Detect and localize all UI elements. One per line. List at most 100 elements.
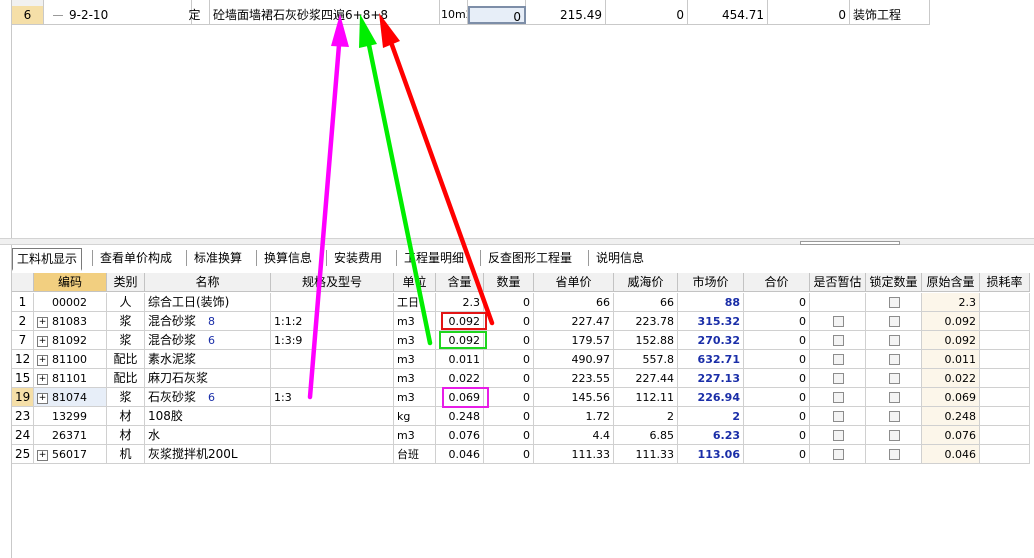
cell-loss-rate (980, 369, 1030, 388)
cell-spec: 1:1:2 (271, 312, 394, 331)
splitter-grip[interactable] (800, 241, 900, 245)
cell-orig: 0.092 (922, 312, 980, 331)
tab-conversion-info[interactable]: 换算信息 (260, 248, 316, 268)
tab-unit-price[interactable]: 查看单价构成 (96, 248, 176, 268)
col-header-loss-rate[interactable]: 损耗率 (980, 273, 1030, 292)
cell-name: 混合砂浆 8 (145, 312, 271, 331)
cell-wh: 557.8 (614, 350, 678, 369)
estimate-checkbox[interactable] (833, 316, 844, 327)
expand-icon[interactable]: + (37, 354, 48, 366)
col-header-weihai-price[interactable]: 威海价 (614, 273, 678, 292)
cell-prov: 111.33 (534, 445, 614, 464)
tab-install-fee[interactable]: 安装费用 (330, 248, 386, 268)
cell-spec: 1:3:9 (271, 331, 394, 350)
col-header-lock[interactable]: 锁定数量 (866, 273, 922, 292)
cell-prov: 1.72 (534, 407, 614, 426)
tab-reverse-graphic[interactable]: 反查图形工程量 (484, 248, 576, 268)
col-header-unit[interactable]: 单位 (394, 273, 436, 292)
cell-code: +56017 (34, 445, 107, 464)
expand-icon[interactable]: + (37, 335, 48, 347)
tab-standard-conversion[interactable]: 标准换算 (190, 248, 246, 268)
col-header-type[interactable]: 类别 (107, 273, 145, 292)
cell-orig: 0.022 (922, 369, 980, 388)
cell-orig: 0.046 (922, 445, 980, 464)
col-header-qty[interactable]: 数量 (484, 273, 534, 292)
col-header-market-price[interactable]: 市场价 (678, 273, 744, 292)
cell-content: 0.011 (436, 350, 484, 369)
cell-spec (271, 407, 394, 426)
cell-market: 315.32 (678, 312, 744, 331)
col-header-code[interactable]: 编码 (34, 273, 107, 292)
estimate-checkbox[interactable] (833, 449, 844, 460)
cell-name: 综合工日(装饰) (145, 293, 271, 312)
cell-unit: m3 (394, 369, 436, 388)
expand-icon[interactable]: + (37, 373, 48, 385)
cell-unit: 工日 (394, 293, 436, 312)
col-header-original[interactable]: 原始含量 (922, 273, 980, 292)
col-header-total[interactable]: 合价 (744, 273, 810, 292)
estimate-checkbox[interactable] (833, 373, 844, 384)
cell-type: 配比 (107, 350, 145, 369)
col-header-estimate[interactable]: 是否暂估 (810, 273, 866, 292)
cell-loss-rate (980, 388, 1030, 407)
cell-loss-rate (980, 293, 1030, 312)
lock-qty-checkbox[interactable] (889, 335, 900, 346)
cell-total: 0 (744, 445, 810, 464)
cell-name-note: 6 (208, 334, 216, 347)
estimate-cell (810, 407, 866, 426)
expand-icon[interactable]: + (37, 449, 48, 461)
cell-code: 26371 (34, 426, 107, 445)
cell-wh: 152.88 (614, 331, 678, 350)
cell-n: 24 (12, 426, 34, 445)
cell-loss-rate (980, 350, 1030, 369)
cell-orig: 2.3 (922, 293, 980, 312)
lock-qty-checkbox[interactable] (889, 449, 900, 460)
cell-loss-rate (980, 407, 1030, 426)
estimate-cell (810, 350, 866, 369)
lock-qty-checkbox[interactable] (889, 411, 900, 422)
cell-qty: 0 (484, 407, 534, 426)
expand-icon[interactable]: + (37, 392, 48, 404)
lock-cell (866, 407, 922, 426)
cell-qty: 0 (484, 350, 534, 369)
lock-cell (866, 426, 922, 445)
cell-loss-rate (980, 445, 1030, 464)
top-row-c2: 454.71 (688, 6, 768, 24)
top-table-row[interactable]: 6 9-2-10 定 砼墙面墙裙石灰砂浆四遍6+8+8 10m2 0 215.4… (12, 6, 930, 25)
col-header-spec[interactable]: 规格及型号 (271, 273, 394, 292)
estimate-checkbox[interactable] (833, 335, 844, 346)
lock-qty-checkbox[interactable] (889, 392, 900, 403)
col-header-rownum (12, 273, 34, 292)
col-header-content[interactable]: 含量 (436, 273, 484, 292)
estimate-checkbox[interactable] (833, 354, 844, 365)
cell-orig: 0.069 (922, 388, 980, 407)
expand-icon[interactable]: + (37, 316, 48, 328)
lock-qty-checkbox[interactable] (889, 430, 900, 441)
top-row-qty-input[interactable]: 0 (468, 6, 526, 24)
cell-prov: 66 (534, 293, 614, 312)
lock-qty-checkbox[interactable] (889, 354, 900, 365)
cell-orig: 0.092 (922, 331, 980, 350)
cell-type: 配比 (107, 369, 145, 388)
tab-quantity-detail[interactable]: 工程量明细 (400, 248, 468, 268)
lock-cell (866, 445, 922, 464)
tab-description[interactable]: 说明信息 (592, 248, 648, 268)
highlight-box-green (439, 331, 487, 349)
cell-market: 227.13 (678, 369, 744, 388)
col-header-prov-price[interactable]: 省单价 (534, 273, 614, 292)
lock-qty-checkbox[interactable] (889, 316, 900, 327)
lock-qty-checkbox[interactable] (889, 297, 900, 308)
estimate-checkbox[interactable] (833, 411, 844, 422)
cell-spec (271, 369, 394, 388)
cell-name: 灰浆搅拌机200L (145, 445, 271, 464)
lock-cell (866, 369, 922, 388)
top-row-type: 定 (180, 6, 210, 24)
lock-qty-checkbox[interactable] (889, 373, 900, 384)
estimate-checkbox[interactable] (833, 430, 844, 441)
cell-wh: 66 (614, 293, 678, 312)
estimate-checkbox[interactable] (833, 392, 844, 403)
tab-labor-material[interactable]: 工料机显示 (12, 248, 83, 271)
cell-wh: 227.44 (614, 369, 678, 388)
col-header-name[interactable]: 名称 (145, 273, 271, 292)
cell-content: 0.248 (436, 407, 484, 426)
